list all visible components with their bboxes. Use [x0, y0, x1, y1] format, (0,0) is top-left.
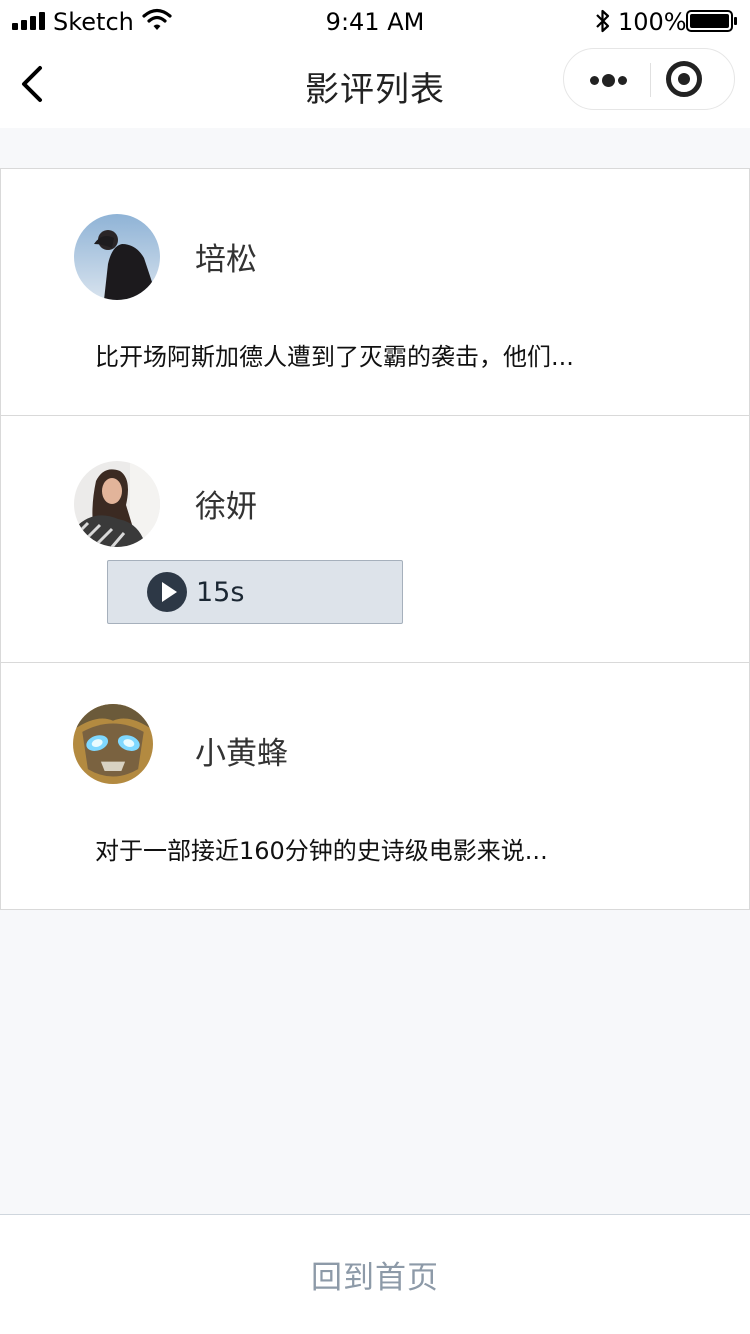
review-card[interactable]: 培松 比开场阿斯加德人遭到了灭霸的袭击，他们... [0, 168, 750, 416]
more-dots-icon [590, 76, 599, 85]
review-card[interactable]: 徐妍 15s [0, 415, 750, 663]
navigation-bar: 影评列表 [0, 44, 750, 128]
back-home-button[interactable]: 回到首页 [0, 1215, 750, 1334]
more-dot-right [618, 76, 627, 85]
review-text: 比开场阿斯加德人遭到了灭霸的袭击，他们... [95, 343, 574, 371]
bottom-bar: 回到首页 [0, 1214, 750, 1334]
target-circle-icon [678, 73, 690, 85]
review-card[interactable]: 小黄蜂 对于一部接近160分钟的史诗级电影来说... [0, 662, 750, 910]
avatar [74, 461, 160, 547]
author-name: 徐妍 [195, 489, 257, 525]
miniprogram-capsule [563, 48, 735, 110]
audio-play-button[interactable]: 15s [107, 560, 403, 624]
review-list: 培松 比开场阿斯加德人遭到了灭霸的袭击，他们... 徐妍 15s 小黄蜂 对于一… [0, 168, 750, 910]
capsule-divider [650, 63, 651, 97]
bluetooth-icon [596, 9, 610, 33]
review-text: 对于一部接近160分钟的史诗级电影来说... [95, 837, 548, 865]
author-name: 培松 [195, 242, 257, 278]
author-name: 小黄蜂 [195, 736, 288, 772]
close-miniprogram-button[interactable] [666, 61, 702, 97]
play-icon [147, 572, 187, 612]
more-dot-center [602, 74, 615, 87]
status-bar: Sketch 9:41 AM 100% [0, 0, 750, 44]
more-button[interactable] [578, 57, 638, 101]
battery-icon [686, 10, 737, 32]
audio-duration: 15s [196, 577, 245, 608]
battery-percentage: 100% [618, 8, 687, 36]
avatar [74, 214, 160, 300]
avatar [73, 704, 153, 784]
